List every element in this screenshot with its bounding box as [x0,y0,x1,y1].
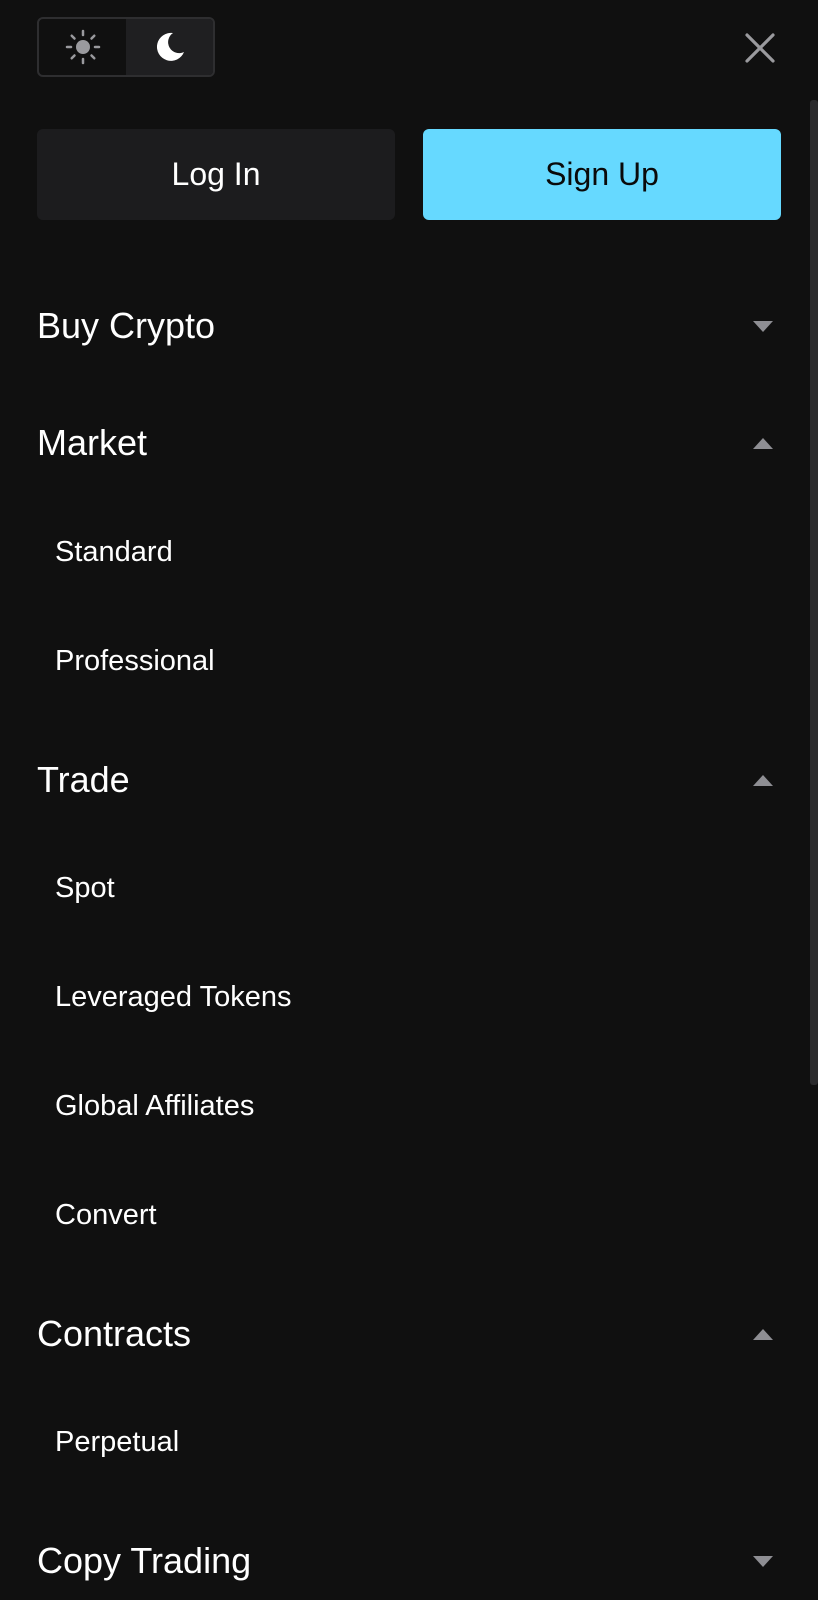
submenu-professional[interactable]: Professional [55,645,215,678]
submenu-convert[interactable]: Convert [55,1199,157,1232]
caret-up-icon [753,437,773,449]
mobile-nav-drawer: Log In Sign Up Buy Crypto Market Standar… [0,0,818,1600]
menu-copy-trading[interactable]: Copy Trading [37,1536,777,1586]
submenu-leveraged-tokens[interactable]: Leveraged Tokens [55,981,291,1014]
submenu-standard[interactable]: Standard [55,536,173,569]
moon-icon [156,32,184,61]
caret-down-icon [753,320,773,332]
caret-up-icon [753,1328,773,1340]
menu-market[interactable]: Market [37,418,777,468]
submenu-spot[interactable]: Spot [55,872,115,905]
menu-label: Buy Crypto [37,305,216,346]
theme-toggle[interactable] [37,17,215,77]
menu-buy-crypto[interactable]: Buy Crypto [37,301,777,351]
menu-label: Trade [37,759,130,800]
submenu-global-affiliates[interactable]: Global Affiliates [55,1090,254,1123]
close-button[interactable] [740,28,780,68]
dark-theme-option[interactable] [126,19,213,75]
caret-up-icon [753,774,773,786]
menu-contracts[interactable]: Contracts [37,1309,777,1359]
light-theme-option[interactable] [39,19,126,75]
login-button[interactable]: Log In [37,129,395,220]
signup-button[interactable]: Sign Up [423,129,781,220]
menu-label: Copy Trading [37,1540,252,1581]
caret-down-icon [753,1555,773,1567]
close-icon [745,33,775,63]
scrollbar[interactable] [810,100,818,1085]
sun-icon [65,29,100,65]
menu-label: Contracts [37,1313,192,1354]
menu-trade[interactable]: Trade [37,755,777,805]
menu-label: Market [37,422,148,463]
submenu-perpetual[interactable]: Perpetual [55,1426,179,1459]
